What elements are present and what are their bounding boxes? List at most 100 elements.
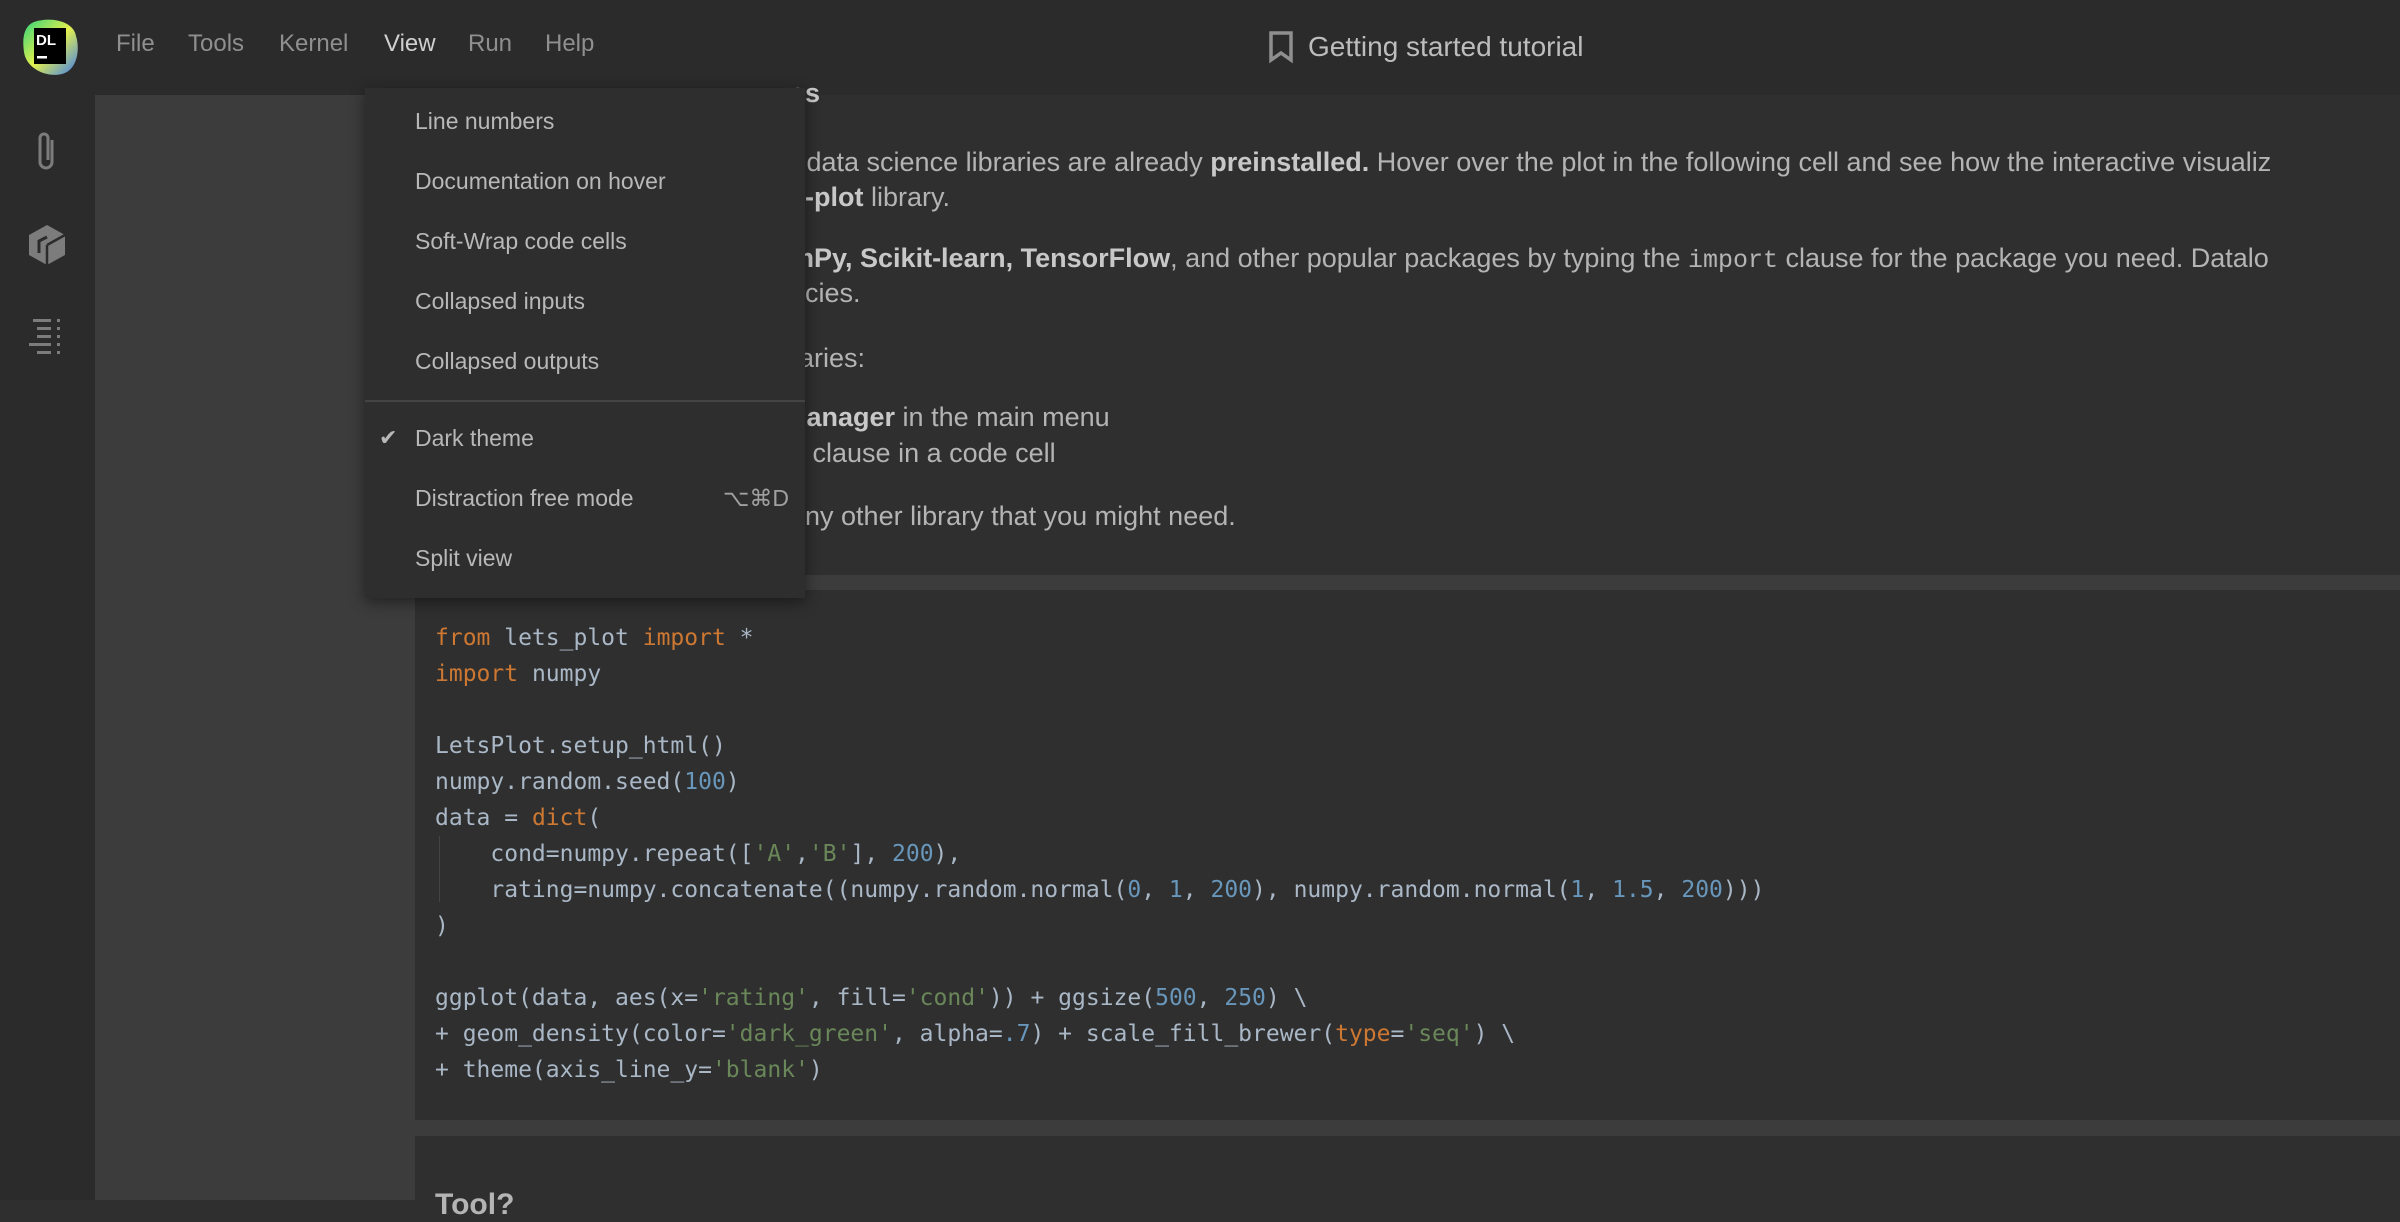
- menu-item-label: Line numbers: [415, 107, 555, 134]
- code-line: import numpy: [435, 656, 1764, 692]
- code-token: =: [1390, 1021, 1405, 1047]
- code-token: 'rating': [698, 985, 809, 1011]
- code-token: ,: [795, 841, 809, 867]
- menu-item-label: Distraction free mode: [415, 484, 634, 511]
- code-token: ,: [1653, 877, 1682, 903]
- code-token: ))): [1722, 877, 1765, 903]
- code-token: ) \: [1473, 1021, 1516, 1047]
- view-menu-item[interactable]: Collapsed inputs: [365, 273, 805, 329]
- code-token: ,: [1141, 877, 1169, 903]
- view-menu-item[interactable]: Documentation on hover: [365, 153, 805, 209]
- code-line: ggplot(data, aes(x='rating', fill='cond'…: [435, 980, 1764, 1016]
- markdown-line: r data science libraries are already pre…: [790, 147, 2271, 178]
- view-menu-item[interactable]: ✔ Dark theme: [365, 410, 805, 466]
- menu-item-shortcut: ⌥⌘D: [722, 484, 789, 511]
- text-run: library.: [863, 182, 951, 212]
- text-run: , and other popular packages by typing t…: [1170, 243, 1688, 273]
- code-token: ) \: [1265, 985, 1308, 1011]
- markdown-line: any other library that you might need.: [790, 501, 1236, 532]
- code-token: 200: [1210, 877, 1253, 903]
- code-line: from lets_plot import *: [435, 620, 1764, 656]
- code-token: *: [725, 625, 754, 651]
- menu-item-label: Dark theme: [415, 424, 534, 451]
- code-line: + theme(axis_line_y='blank'): [435, 1052, 1764, 1088]
- code-token: ): [435, 913, 449, 939]
- view-menu-item[interactable]: Distraction free mode ⌥⌘D: [365, 470, 805, 526]
- menu-item-label: Collapsed outputs: [415, 347, 600, 374]
- code-token: numpy: [518, 661, 602, 687]
- menu-file[interactable]: File: [116, 30, 155, 58]
- code-token: + geom_density(color=: [435, 1021, 726, 1047]
- code-token: data =: [435, 805, 532, 831]
- view-menu-item[interactable]: Split view: [365, 530, 805, 586]
- code-token: ) + scale_fill_brewer(: [1030, 1021, 1336, 1047]
- code-token: , alpha=: [891, 1021, 1003, 1047]
- markdown-line: l clause in a code cell: [790, 438, 1056, 470]
- menu-item-label: Collapsed inputs: [415, 287, 586, 314]
- code-token: from: [435, 625, 491, 651]
- text-run: Hover over the plot in the following cel…: [1369, 147, 2272, 177]
- menu-run[interactable]: Run: [468, 30, 512, 58]
- text-run: any other library that you might need.: [790, 501, 1236, 531]
- code-token: cond=numpy.repeat([: [435, 841, 754, 867]
- code-line: rating=numpy.concatenate((numpy.random.n…: [435, 872, 1764, 908]
- code-token: ,: [1182, 877, 1211, 903]
- code-token: 'dark_green': [725, 1021, 892, 1047]
- code-token: 'seq': [1404, 1021, 1474, 1047]
- code-editor[interactable]: from lets_plot import * import numpy LetsP…: [435, 620, 1764, 1088]
- code-token: 250: [1224, 985, 1266, 1011]
- package-icon[interactable]: [22, 220, 72, 270]
- menu-item-label: Split view: [415, 544, 513, 571]
- code-token: type: [1335, 1021, 1391, 1047]
- code-token: (: [587, 805, 602, 831]
- markdown-line: mPy, Scikit-learn, TensorFlow, and other…: [790, 243, 2269, 275]
- code-token: + theme(axis_line_y=: [435, 1057, 712, 1083]
- menu-help[interactable]: Help: [545, 30, 594, 58]
- code-line: cond=numpy.repeat(['A','B'], 200),: [435, 836, 1764, 872]
- code-token: import: [435, 661, 519, 687]
- view-menu-dropdown: Line numbers Documentation on hover Soft-W…: [365, 88, 805, 598]
- code-token: )) + ggsize(: [988, 985, 1156, 1011]
- code-token: ,: [1584, 877, 1613, 903]
- code-token: 1: [1168, 877, 1183, 903]
- menu-divider: [365, 400, 805, 402]
- view-menu-item[interactable]: Soft-Wrap code cells: [365, 213, 805, 269]
- outline-icon[interactable]: [22, 312, 72, 362]
- view-menu-item[interactable]: Collapsed outputs: [365, 333, 805, 389]
- text-run: r data science libraries are already: [790, 147, 1211, 177]
- notebook-title-text: Getting started tutorial: [1308, 31, 1584, 62]
- code-token: ],: [850, 841, 892, 867]
- text-run: in the main menu: [895, 402, 1110, 432]
- menu-tools[interactable]: Tools: [188, 30, 244, 58]
- code-token: ggplot(data, aes(x=: [435, 985, 699, 1011]
- code-token: import: [642, 625, 726, 651]
- next-cell-heading: Tool?: [435, 1188, 515, 1221]
- text-run: nanager: [790, 402, 896, 432]
- code-token: 200: [1681, 877, 1723, 903]
- text-run: import: [1687, 246, 1778, 275]
- view-menu-item[interactable]: Line numbers: [365, 93, 805, 149]
- code-token: ),: [933, 841, 962, 867]
- code-cell[interactable]: from lets_plot import * import numpy LetsP…: [415, 590, 2400, 1120]
- top-bar: DL File Tools Kernel View Run Help Getti…: [0, 0, 2400, 95]
- paperclip-icon[interactable]: [22, 127, 72, 177]
- code-line: LetsPlot.setup_html(): [435, 728, 1764, 764]
- code-line: data = dict(: [435, 800, 1764, 836]
- code-line: ): [435, 908, 1764, 944]
- code-token: 100: [684, 769, 726, 795]
- code-token: ): [808, 1057, 823, 1083]
- markdown-line: nanager in the main menu: [790, 402, 1110, 433]
- code-token: 'B': [808, 841, 851, 867]
- code-token: lets_plot: [490, 625, 643, 651]
- markdown-line: s-plot library.: [790, 182, 950, 213]
- notebook-title[interactable]: Getting started tutorial: [1268, 30, 1583, 64]
- code-token: , fill=: [808, 985, 906, 1011]
- menu-view[interactable]: View: [384, 30, 436, 58]
- datalore-logo[interactable]: DL: [22, 18, 82, 78]
- code-token: ): [725, 769, 740, 795]
- menu-item-label: Soft-Wrap code cells: [415, 227, 627, 254]
- text-run: preinstalled.: [1210, 147, 1370, 177]
- menu-kernel[interactable]: Kernel: [279, 30, 348, 58]
- svg-text:DL: DL: [36, 32, 56, 49]
